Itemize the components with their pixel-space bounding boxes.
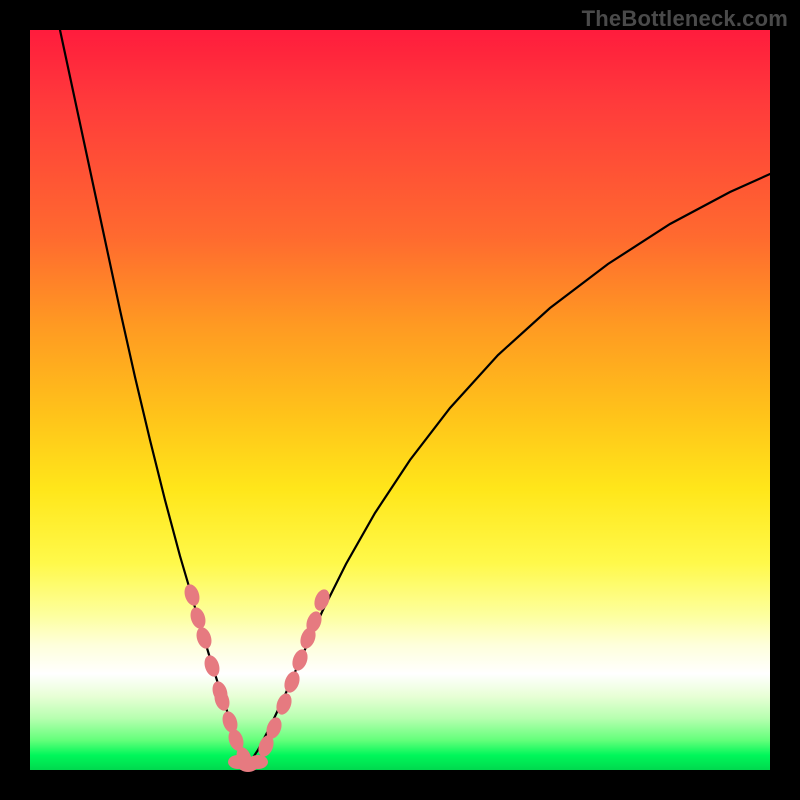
curve-marker — [194, 625, 214, 650]
curve-marker — [248, 755, 268, 769]
plot-area — [30, 30, 770, 770]
curve-marker — [312, 587, 333, 612]
curve-layer — [30, 30, 770, 770]
curve-marker — [188, 605, 208, 630]
curve-marker — [290, 647, 311, 672]
data-markers — [182, 582, 332, 772]
chart-frame: TheBottleneck.com — [0, 0, 800, 800]
curve-marker — [202, 653, 222, 678]
curve-marker — [282, 669, 303, 694]
right-branch-curve — [248, 174, 770, 765]
curve-marker — [182, 582, 202, 607]
left-branch-curve — [60, 30, 248, 765]
watermark-text: TheBottleneck.com — [582, 6, 788, 32]
